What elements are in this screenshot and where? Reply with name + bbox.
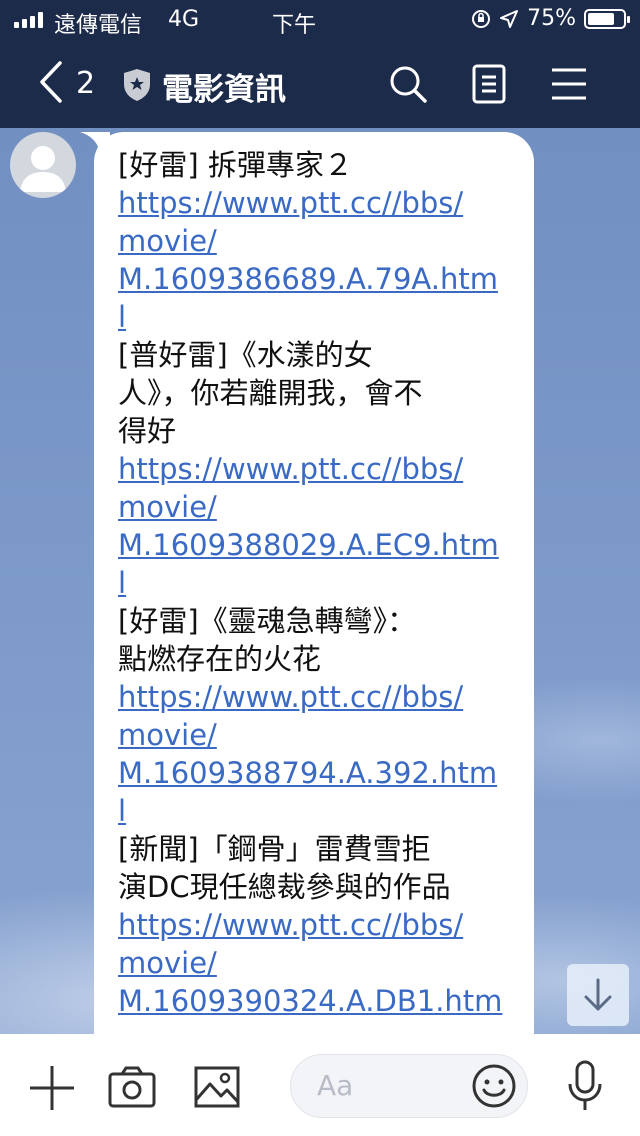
network-type: 4G (168, 7, 200, 32)
default-avatar-icon (20, 146, 66, 192)
url-text[interactable]: l (118, 300, 126, 334)
back-chevron-icon (40, 61, 62, 103)
message-text-line: 得好 (118, 412, 534, 450)
message-input[interactable]: Aa (290, 1054, 528, 1118)
url-text[interactable]: movie/ (118, 718, 217, 752)
post-title-text: [好雷]《靈魂急轉彎》： (118, 604, 417, 638)
microphone-icon (568, 1060, 602, 1110)
message-text-line: [普好雷]《水漾的女 (118, 336, 534, 374)
battery-icon (584, 8, 630, 29)
message-text: [好雷] 拆彈專家２ https://www.ptt.cc//bbs/movie/… (118, 146, 534, 1020)
voice-button[interactable] (566, 1060, 604, 1116)
camera-button[interactable] (108, 1066, 156, 1112)
url-text[interactable]: movie/ (118, 224, 217, 258)
url-text[interactable]: movie/ (118, 490, 217, 524)
emoji-icon[interactable] (471, 1063, 517, 1109)
post-title-text: 得好 (118, 414, 177, 448)
unread-count: 2 (76, 66, 96, 101)
sender-avatar[interactable] (10, 132, 76, 198)
url-text[interactable]: l (118, 566, 126, 600)
chat-header: 2 電影資訊 (0, 40, 640, 128)
search-icon (390, 66, 427, 103)
camera-icon (108, 1066, 156, 1108)
message-text-line: [新聞]「鋼骨」雷費雪拒 (118, 830, 534, 868)
url-text[interactable]: https://www.ptt.cc//bbs/ (118, 680, 463, 714)
post-title-text: [好雷] 拆彈專家２ (118, 148, 353, 182)
url-text[interactable]: M.1609388029.A.EC9.htm (118, 528, 499, 562)
message-link-line[interactable]: M.1609388794.A.392.htm (118, 754, 534, 792)
menu-icon (552, 68, 586, 100)
message-link-line[interactable]: l (118, 564, 534, 602)
message-link-line[interactable]: l (118, 298, 534, 336)
message-link-line[interactable]: M.1609386689.A.79A.htm (118, 260, 534, 298)
message-text-line: [好雷] 拆彈專家２ (118, 146, 534, 184)
battery-percent: 75% (527, 6, 576, 31)
location-arrow-icon (500, 9, 519, 28)
message-link-line[interactable]: movie/ (118, 488, 534, 526)
url-text[interactable]: https://www.ptt.cc//bbs/ (118, 452, 463, 486)
scroll-to-bottom-button[interactable] (567, 964, 629, 1026)
message-link-line[interactable]: l (118, 792, 534, 830)
message-link-line[interactable]: https://www.ptt.cc//bbs/ (118, 678, 534, 716)
status-bar: 遠傳電信 4G 下午 3:11 75% (0, 0, 640, 64)
message-bubble[interactable]: [好雷] 拆彈專家２ https://www.ptt.cc//bbs/movie/… (94, 132, 534, 1052)
carrier-name: 遠傳電信 (54, 13, 143, 38)
message-text-line: [好雷]《靈魂急轉彎》： (118, 602, 534, 640)
message-link-line[interactable]: movie/ (118, 222, 534, 260)
post-title-text: [普好雷]《水漾的女 (118, 338, 373, 372)
message-link-line[interactable]: movie/ (118, 944, 534, 982)
add-button[interactable] (28, 1064, 76, 1116)
message-text-line: 演DC現任總裁參與的作品 (118, 868, 534, 906)
message-link-line[interactable]: https://www.ptt.cc//bbs/ (118, 450, 534, 488)
url-text[interactable]: M.1609390324.A.DB1.htm (118, 984, 502, 1018)
verified-shield-icon (124, 69, 150, 101)
message-link-line[interactable]: M.1609388029.A.EC9.htm (118, 526, 534, 564)
search-button[interactable] (388, 64, 428, 108)
post-title-text: 演DC現任總裁參與的作品 (118, 870, 451, 904)
chat-title: 電影資訊 (162, 72, 286, 108)
notes-icon (472, 64, 506, 104)
url-text[interactable]: M.1609386689.A.79A.htm (118, 262, 498, 296)
message-text-line: 人》，你若離開我，會不 (118, 374, 534, 412)
message-link-line[interactable]: https://www.ptt.cc//bbs/ (118, 906, 534, 944)
message-text-line: 點燃存在的火花 (118, 640, 534, 678)
url-text[interactable]: https://www.ptt.cc//bbs/ (118, 908, 463, 942)
url-text[interactable]: l (118, 794, 126, 828)
url-text[interactable]: https://www.ptt.cc//bbs/ (118, 186, 463, 220)
plus-icon (30, 1066, 74, 1110)
menu-button[interactable] (550, 64, 588, 108)
battery-fill (588, 12, 614, 25)
image-icon (194, 1066, 240, 1108)
arrow-down-icon (584, 978, 612, 1011)
input-bar: Aa (0, 1034, 640, 1136)
status-indicators: 75% (471, 6, 630, 31)
post-title-text: [新聞]「鋼骨」雷費雪拒 (118, 832, 431, 866)
back-button[interactable] (38, 60, 64, 104)
url-text[interactable]: movie/ (118, 946, 217, 980)
message-input-placeholder: Aa (317, 1069, 354, 1102)
post-title-text: 點燃存在的火花 (118, 642, 322, 676)
url-text[interactable]: M.1609388794.A.392.htm (118, 756, 497, 790)
message-link-line[interactable]: https://www.ptt.cc//bbs/ (118, 184, 534, 222)
message-link-line[interactable]: movie/ (118, 716, 534, 754)
message-link-line[interactable]: M.1609390324.A.DB1.htm (118, 982, 534, 1020)
photo-button[interactable] (194, 1066, 240, 1112)
notes-button[interactable] (472, 64, 506, 108)
signal-strength-icon (14, 12, 43, 28)
post-title-text: 人》，你若離開我，會不 (118, 376, 423, 410)
orientation-lock-icon (472, 9, 491, 28)
